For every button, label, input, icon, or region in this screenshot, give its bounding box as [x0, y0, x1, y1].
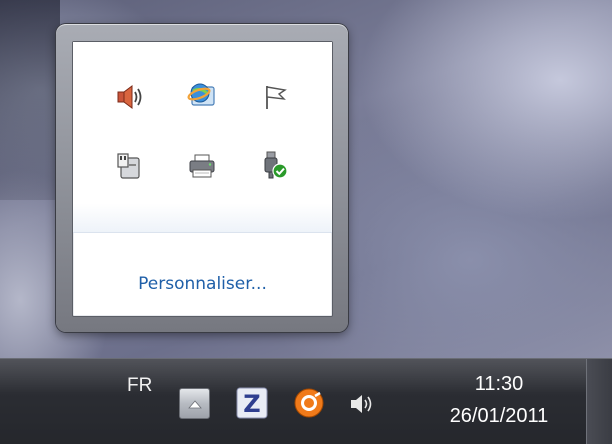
popup-separator [73, 232, 332, 233]
customize-link[interactable]: Personnaliser... [73, 274, 332, 294]
chevron-up-icon [187, 399, 202, 408]
avast-icon[interactable] [293, 387, 325, 423]
svg-text:Z: Z [243, 390, 260, 418]
show-hidden-icons-button[interactable] [179, 388, 210, 419]
speaker-icon[interactable] [349, 392, 375, 420]
action-center-flag-icon[interactable] [255, 77, 295, 117]
tray-icon-grid [73, 42, 332, 232]
taskbar-clock[interactable]: 11:30 26/01/2011 [424, 371, 574, 429]
taskbar: FR Z 11:30 26/01/2011 [0, 358, 612, 444]
clock-date: 26/01/2011 [449, 405, 549, 427]
tray-overflow-panel: Personnaliser... [72, 41, 333, 317]
safely-remove-hardware-icon[interactable] [255, 146, 295, 186]
z-app-icon[interactable]: Z [236, 387, 268, 423]
language-indicator[interactable]: FR [127, 375, 152, 397]
clock-time: 11:30 [474, 373, 524, 395]
printer-icon[interactable] [182, 146, 222, 186]
tray-overflow-popup: Personnaliser... [56, 24, 348, 332]
network-globe-icon[interactable] [182, 75, 222, 115]
removable-device-icon[interactable] [109, 146, 149, 186]
volume-muted-icon[interactable] [109, 77, 149, 117]
show-desktop-button[interactable] [586, 359, 612, 444]
